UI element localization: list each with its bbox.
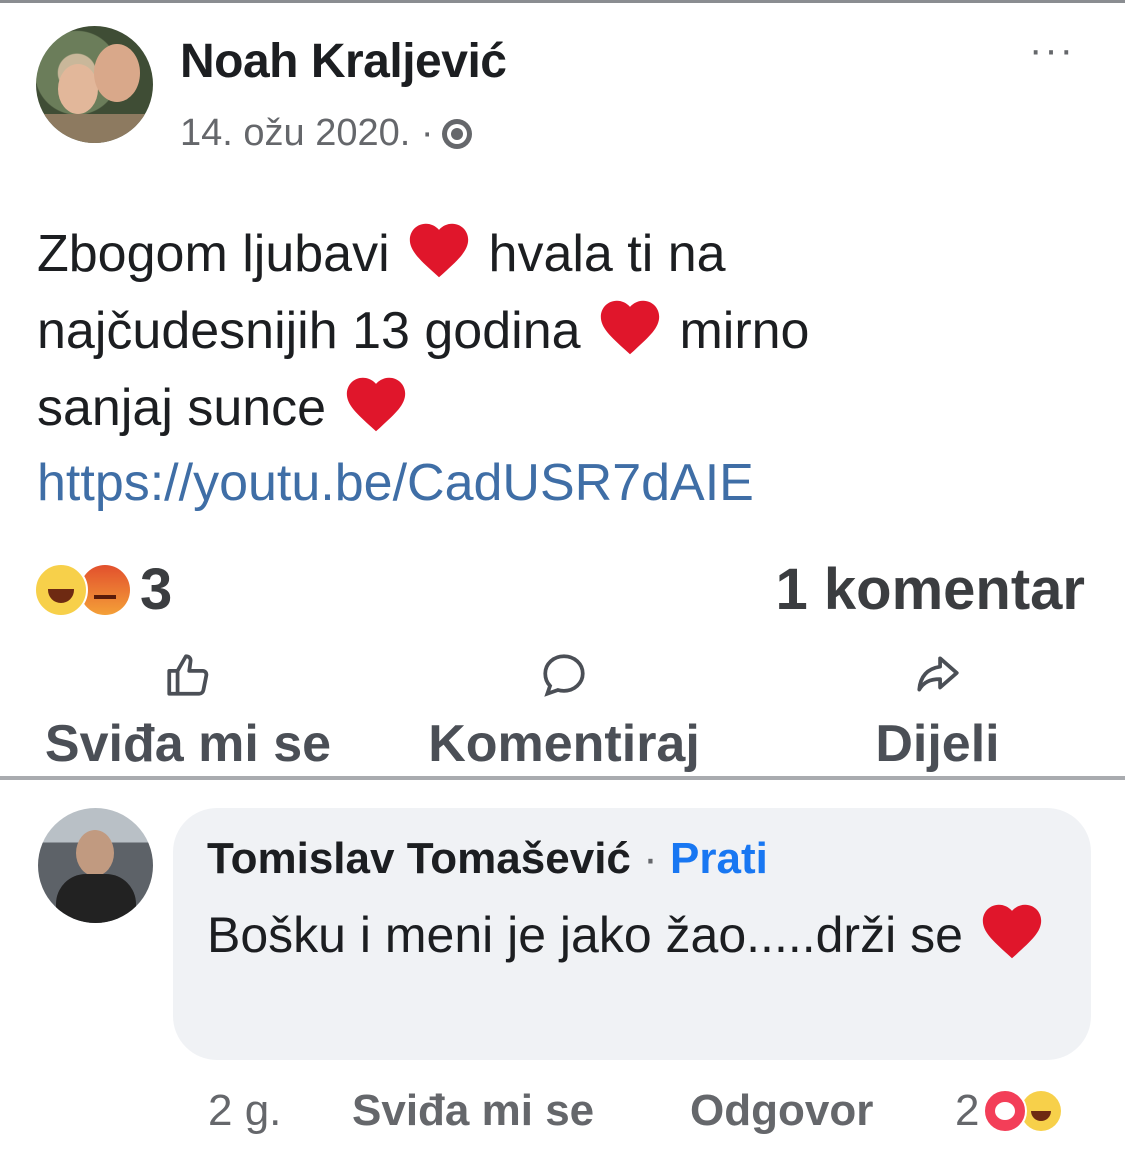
share-button[interactable]: Dijeli [860, 650, 1015, 774]
share-label: Dijeli [875, 715, 1000, 773]
post-text-line3: sanjaj sunce [37, 379, 327, 437]
post-text-line2: najčudesnijih 13 godina [37, 302, 581, 360]
heart-icon [600, 300, 660, 355]
post-text-line1: Zbogom ljubavi [37, 225, 390, 283]
post-text-line2b: mirno [679, 302, 810, 360]
separator-dot: · [643, 834, 658, 883]
comment-text: Bošku i meni je jako žao.....drži se [207, 896, 1067, 971]
comment-button[interactable]: Komentiraj [396, 650, 732, 774]
comment-timestamp[interactable]: 2 g. [208, 1086, 281, 1136]
share-arrow-icon [916, 656, 959, 692]
heart-icon [982, 904, 1041, 959]
post-date[interactable]: 14. ožu 2020. · [180, 112, 434, 155]
author-avatar[interactable] [36, 26, 153, 143]
section-divider [0, 776, 1125, 780]
reaction-count: 3 [140, 557, 173, 622]
comment-bubble-icon [543, 654, 585, 697]
post-author-name[interactable]: Noah Kraljević [180, 34, 507, 89]
heart-icon [409, 223, 469, 278]
comment-header: Tomislav Tomašević · Prati [207, 834, 768, 884]
comment-bubble: Tomislav Tomašević · Prati Bošku i meni … [173, 808, 1091, 1060]
post-action-bar: Sviđa mi se Komentiraj Dijeli [0, 650, 1125, 773]
like-button[interactable]: Sviđa mi se [18, 650, 358, 774]
haha-reaction-icon [1021, 1091, 1062, 1131]
haha-reaction-icon [34, 562, 88, 617]
comment-body: Bošku i meni je jako žao.....drži se [207, 907, 963, 963]
comment-reactions[interactable]: 2 [955, 1086, 1062, 1136]
youtube-link[interactable]: https://youtu.be/CadUSR7dAIE [37, 446, 1087, 521]
like-label: Sviđa mi se [44, 715, 332, 773]
comment-reply-button[interactable]: Odgovor [690, 1086, 873, 1136]
comment-count[interactable]: 1 komentar [776, 556, 1085, 623]
post-text-line1b: hvala ti na [488, 225, 726, 283]
top-divider [0, 0, 1125, 3]
commenter-name[interactable]: Tomislav Tomašević [207, 834, 631, 883]
reactions-summary[interactable]: 3 [34, 556, 172, 623]
more-options-icon[interactable]: ··· [1029, 28, 1075, 73]
thumbs-up-icon [167, 654, 209, 696]
commenter-avatar[interactable] [38, 808, 153, 923]
heart-icon [346, 377, 405, 432]
comment-reaction-count: 2 [955, 1086, 980, 1135]
globe-icon [441, 118, 472, 149]
follow-button[interactable]: Prati [670, 834, 768, 883]
love-reaction-icon [983, 1089, 1028, 1133]
comment-label: Komentiraj [428, 715, 700, 773]
post-meta: 14. ožu 2020. · [180, 112, 472, 155]
post-text: Zbogom ljubavi hvala ti na najčudesnijih… [37, 215, 1087, 521]
comment-like-button[interactable]: Sviđa mi se [352, 1086, 594, 1136]
